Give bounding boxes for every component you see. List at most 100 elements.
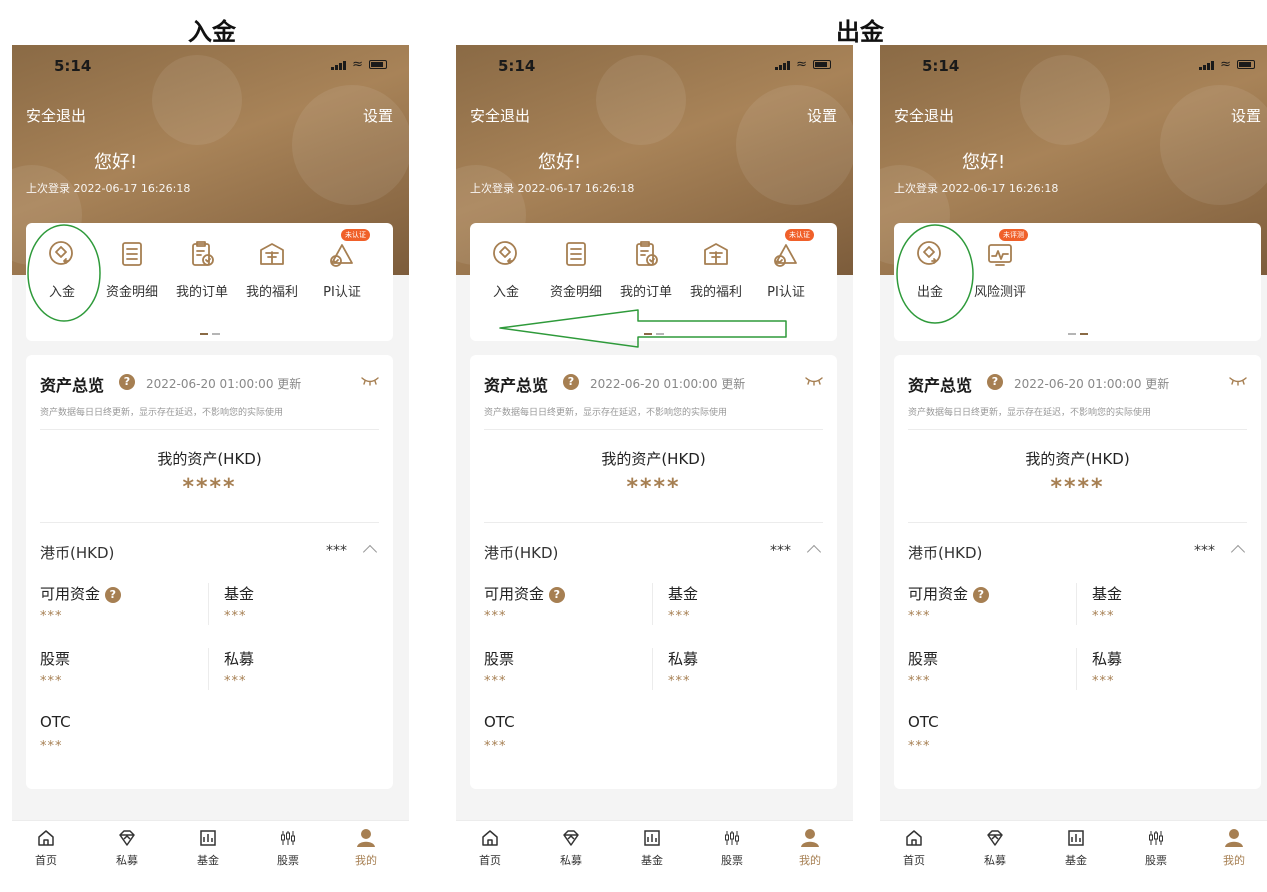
order-icon bbox=[187, 239, 217, 269]
bottom-tab-bar: 首页 私募 基金 股票 我的 bbox=[880, 820, 1267, 880]
chevron-up-icon[interactable] bbox=[806, 544, 822, 560]
update-time: 2022-06-20 01:00:00 更新 bbox=[1014, 377, 1170, 391]
status-badge: 未认证 bbox=[341, 229, 370, 241]
divider bbox=[40, 429, 379, 430]
tab-label: 私募 bbox=[116, 854, 138, 867]
battery-icon bbox=[1237, 60, 1255, 69]
menu-item-label: PI认证 bbox=[767, 285, 805, 300]
status-time: 5:14 bbox=[922, 57, 960, 75]
tab-home[interactable]: 首页 bbox=[460, 827, 520, 868]
settings-link[interactable]: 设置 bbox=[1231, 105, 1261, 126]
menu-item-pi-cert[interactable]: 未认证 PI认证 bbox=[308, 229, 376, 300]
help-icon[interactable]: ? bbox=[104, 587, 121, 603]
tab-label: 我的 bbox=[799, 854, 821, 867]
asset-item-label: 股票 bbox=[908, 650, 939, 668]
eye-closed-icon[interactable] bbox=[361, 376, 379, 386]
menu-item-label: PI认证 bbox=[323, 285, 361, 300]
logout-link[interactable]: 安全退出 bbox=[894, 105, 954, 126]
page-indicator bbox=[26, 323, 393, 342]
menu-item-order[interactable]: 我的订单 bbox=[168, 239, 236, 300]
menu-item-label: 资金明细 bbox=[105, 285, 158, 300]
greeting: 您好! bbox=[962, 152, 1006, 173]
divider bbox=[652, 648, 653, 690]
menu-item-order[interactable]: 我的订单 bbox=[612, 239, 680, 300]
tab-home[interactable]: 首页 bbox=[884, 827, 944, 868]
menu-item-label: 入金 bbox=[48, 285, 75, 300]
asset-item-label: 私募 bbox=[668, 650, 699, 668]
divider bbox=[484, 429, 823, 430]
tab-candlestick[interactable]: 股票 bbox=[1126, 827, 1186, 868]
menu-item-fund-detail[interactable]: 资金明细 bbox=[98, 239, 166, 300]
tab-profile[interactable]: 我的 bbox=[336, 827, 396, 868]
chevron-up-icon[interactable] bbox=[362, 544, 378, 560]
tab-candlestick[interactable]: 股票 bbox=[258, 827, 318, 868]
fund-icon bbox=[622, 827, 682, 849]
divider bbox=[208, 648, 209, 690]
tab-label: 基金 bbox=[197, 854, 219, 867]
phone-screen-withdraw: 5:14 ≈ 安全退出 设置 您好! 上次登录 2022-06-17 16:26… bbox=[880, 45, 1267, 880]
wifi-icon: ≈ bbox=[1220, 57, 1231, 72]
menu-item-gift[interactable]: 我的福利 bbox=[682, 239, 750, 300]
asset-item-label: 私募 bbox=[224, 650, 255, 668]
eye-closed-icon[interactable] bbox=[805, 376, 823, 386]
wifi-icon: ≈ bbox=[352, 57, 363, 72]
status-badge: 未认证 bbox=[785, 229, 814, 241]
asset-item-value: *** bbox=[484, 674, 507, 689]
settings-link[interactable]: 设置 bbox=[363, 105, 393, 126]
tab-profile[interactable]: 我的 bbox=[780, 827, 840, 868]
currency-value: *** bbox=[1194, 543, 1215, 559]
asset-overview-title: 资产总览 bbox=[908, 376, 973, 395]
menu-item-pi-cert[interactable]: 未认证 PI认证 bbox=[752, 229, 820, 300]
menu-item-risk-assessment[interactable]: 未评测 风险测评 bbox=[966, 229, 1034, 300]
tab-diamond[interactable]: 私募 bbox=[965, 827, 1025, 868]
total-assets-value: **** bbox=[182, 475, 237, 500]
menu-item-withdraw[interactable]: 出金 bbox=[896, 239, 964, 300]
tab-label: 我的 bbox=[1223, 854, 1245, 867]
eye-closed-icon[interactable] bbox=[1229, 376, 1247, 386]
asset-item-value: *** bbox=[908, 739, 931, 754]
chevron-up-icon[interactable] bbox=[1230, 544, 1246, 560]
fund-icon bbox=[178, 827, 238, 849]
currency-value: *** bbox=[326, 543, 347, 559]
asset-item-label: 可用资金 ? bbox=[40, 583, 121, 604]
tab-candlestick[interactable]: 股票 bbox=[702, 827, 762, 868]
menu-item-label: 入金 bbox=[492, 285, 519, 300]
tab-label: 首页 bbox=[903, 854, 925, 867]
menu-item-deposit[interactable]: 入金 bbox=[472, 239, 540, 300]
menu-item-fund-detail[interactable]: 资金明细 bbox=[542, 239, 610, 300]
last-login-time: 上次登录 2022-06-17 16:26:18 bbox=[894, 182, 1059, 195]
help-icon[interactable]: ? bbox=[972, 587, 989, 603]
tab-home[interactable]: 首页 bbox=[16, 827, 76, 868]
divider bbox=[40, 522, 379, 523]
settings-link[interactable]: 设置 bbox=[807, 105, 837, 126]
divider bbox=[1076, 583, 1077, 625]
tab-fund[interactable]: 基金 bbox=[178, 827, 238, 868]
help-icon[interactable]: ? bbox=[119, 374, 135, 390]
tab-fund[interactable]: 基金 bbox=[1046, 827, 1106, 868]
asset-item-label: 基金 bbox=[224, 585, 255, 603]
asset-note: 资产数据每日日终更新，显示存在延迟，不影响您的实际使用 bbox=[40, 408, 284, 418]
deposit-icon bbox=[491, 239, 521, 269]
tab-profile[interactable]: 我的 bbox=[1204, 827, 1264, 868]
page-indicator bbox=[894, 323, 1261, 342]
menu-item-label: 我的福利 bbox=[245, 285, 298, 300]
tab-diamond[interactable]: 私募 bbox=[541, 827, 601, 868]
status-icons: ≈ bbox=[1199, 58, 1255, 71]
tab-diamond[interactable]: 私募 bbox=[97, 827, 157, 868]
tab-label: 私募 bbox=[984, 854, 1006, 867]
asset-item-value: *** bbox=[40, 609, 63, 624]
tab-label: 基金 bbox=[1065, 854, 1087, 867]
asset-item-value: *** bbox=[668, 674, 691, 689]
menu-item-deposit[interactable]: 入金 bbox=[28, 239, 96, 300]
menu-item-gift[interactable]: 我的福利 bbox=[238, 239, 306, 300]
asset-item-value: *** bbox=[484, 609, 507, 624]
asset-item-label: OTC bbox=[908, 713, 939, 731]
help-icon[interactable]: ? bbox=[987, 374, 1003, 390]
logout-link[interactable]: 安全退出 bbox=[470, 105, 530, 126]
asset-item-label: 基金 bbox=[668, 585, 699, 603]
tab-fund[interactable]: 基金 bbox=[622, 827, 682, 868]
logout-link[interactable]: 安全退出 bbox=[26, 105, 86, 126]
help-icon[interactable]: ? bbox=[563, 374, 579, 390]
tab-label: 我的 bbox=[355, 854, 377, 867]
help-icon[interactable]: ? bbox=[548, 587, 565, 603]
